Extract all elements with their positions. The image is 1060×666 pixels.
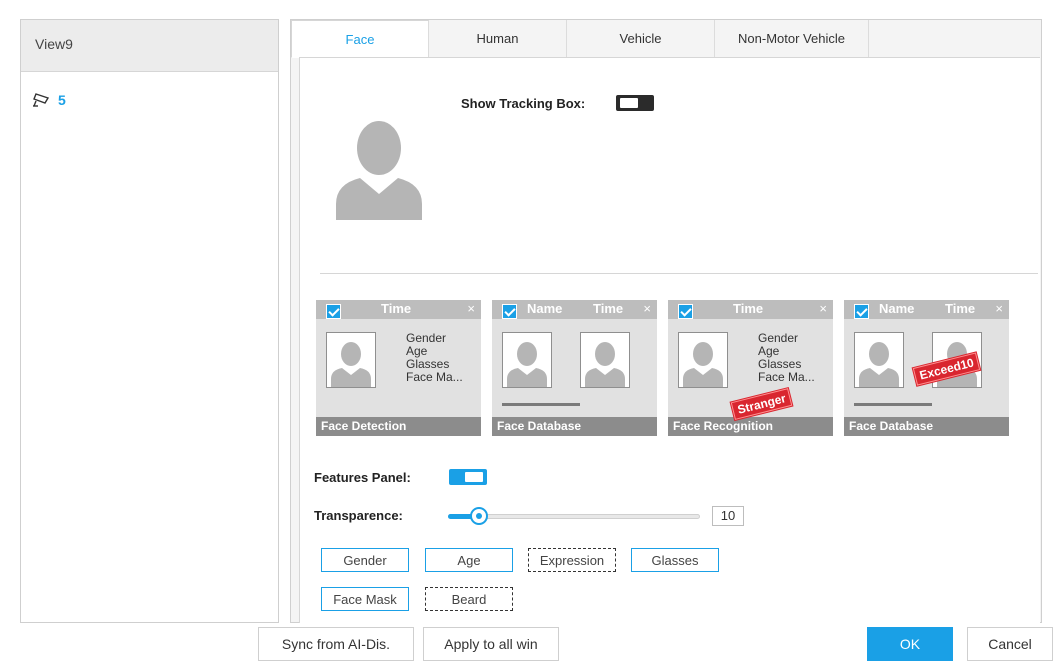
card-footer: Face Detection xyxy=(316,417,481,436)
person-avatar-icon xyxy=(336,121,422,220)
transparence-value-input[interactable]: 10 xyxy=(712,506,744,526)
card-header: Time × xyxy=(316,300,481,319)
attribute-list: Gender Age Glasses Face Ma... xyxy=(406,332,463,384)
face-thumbnail xyxy=(502,332,552,388)
card-footer: Face Database xyxy=(844,417,1009,436)
feature-expression[interactable]: Expression xyxy=(528,548,616,572)
feature-beard[interactable]: Beard xyxy=(425,587,513,611)
channel-item[interactable]: 5 xyxy=(32,92,66,108)
card-header-name: Name xyxy=(527,301,563,316)
checkbox-checked-icon[interactable] xyxy=(678,304,693,319)
checkbox-checked-icon[interactable] xyxy=(502,304,517,319)
tab-vehicle[interactable]: Vehicle xyxy=(567,20,715,58)
card-header-time: Time xyxy=(593,301,624,316)
show-tracking-box-label: Show Tracking Box: xyxy=(461,96,586,111)
face-thumbnail xyxy=(678,332,728,388)
feature-gender[interactable]: Gender xyxy=(321,548,409,572)
attribute-list: Gender Age Glasses Face Ma... xyxy=(758,332,815,384)
person-avatar-icon xyxy=(331,342,371,387)
show-tracking-box-toggle[interactable] xyxy=(616,95,654,111)
feature-glasses[interactable]: Glasses xyxy=(631,548,719,572)
face-tab-content: Show Tracking Box: Time × Gender Age Gla… xyxy=(299,57,1040,623)
attr-face-mask: Face Ma... xyxy=(758,370,815,384)
feature-face-mask[interactable]: Face Mask xyxy=(321,587,409,611)
cancel-button[interactable]: Cancel xyxy=(967,627,1053,661)
view-list-panel: View9 5 xyxy=(20,19,279,623)
stranger-stamp: Stranger xyxy=(730,388,793,420)
close-icon[interactable]: × xyxy=(819,301,827,316)
card-footer: Face Recognition xyxy=(668,417,833,436)
apply-to-all-windows-button[interactable]: Apply to all win xyxy=(423,627,559,661)
preview-card-face-database[interactable]: Name Time × Face Database xyxy=(492,300,657,436)
sync-from-ai-button[interactable]: Sync from AI-Dis. xyxy=(258,627,414,661)
attr-face-mask: Face Ma... xyxy=(406,370,463,384)
close-icon[interactable]: × xyxy=(995,301,1003,316)
camera-icon xyxy=(33,93,50,107)
checkbox-checked-icon[interactable] xyxy=(326,304,341,319)
close-icon[interactable]: × xyxy=(467,301,475,316)
tab-human[interactable]: Human xyxy=(429,20,567,58)
view-header: View9 xyxy=(21,20,278,72)
card-header: Name Time × xyxy=(844,300,1009,319)
close-icon[interactable]: × xyxy=(643,301,651,316)
similarity-bar xyxy=(854,403,932,406)
preview-card-face-database-alarm[interactable]: Name Time × Face Database Exceed10 xyxy=(844,300,1009,436)
database-thumbnail xyxy=(580,332,630,388)
feature-age[interactable]: Age xyxy=(425,548,513,572)
card-header: Time × xyxy=(668,300,833,319)
channel-number: 5 xyxy=(58,92,66,108)
face-thumbnail xyxy=(326,332,376,388)
face-thumbnail xyxy=(854,332,904,388)
tab-bar: Face Human Vehicle Non-Motor Vehicle xyxy=(291,20,869,58)
face-overlay-previews: Time × Gender Age Glasses Face Ma... Fac… xyxy=(316,300,1009,436)
person-avatar-icon xyxy=(585,342,625,387)
person-avatar-icon xyxy=(507,342,547,387)
card-header-time: Time xyxy=(733,301,764,316)
section-divider xyxy=(320,273,1038,274)
checkbox-checked-icon[interactable] xyxy=(854,304,869,319)
person-avatar-icon xyxy=(859,342,899,387)
person-avatar-icon xyxy=(683,342,723,387)
preview-card-face-detection[interactable]: Time × Gender Age Glasses Face Ma... Fac… xyxy=(316,300,481,436)
features-panel-toggle[interactable] xyxy=(449,469,487,485)
card-header: Name Time × xyxy=(492,300,657,319)
tab-non-motor-vehicle[interactable]: Non-Motor Vehicle xyxy=(715,20,869,58)
preview-card-face-recognition[interactable]: Time × Gender Age Glasses Face Ma... Fac… xyxy=(668,300,833,436)
ok-button[interactable]: OK xyxy=(867,627,953,661)
features-panel-label: Features Panel: xyxy=(314,470,411,485)
transparence-label: Transparence: xyxy=(314,508,403,523)
card-header-time: Time xyxy=(381,301,412,316)
card-header-name: Name xyxy=(879,301,915,316)
transparence-slider-handle[interactable] xyxy=(470,507,489,525)
card-header-time: Time xyxy=(945,301,976,316)
tab-face[interactable]: Face xyxy=(291,20,429,58)
card-footer: Face Database xyxy=(492,417,657,436)
settings-panel: Face Human Vehicle Non-Motor Vehicle Sho… xyxy=(290,19,1042,623)
similarity-bar xyxy=(502,403,580,406)
